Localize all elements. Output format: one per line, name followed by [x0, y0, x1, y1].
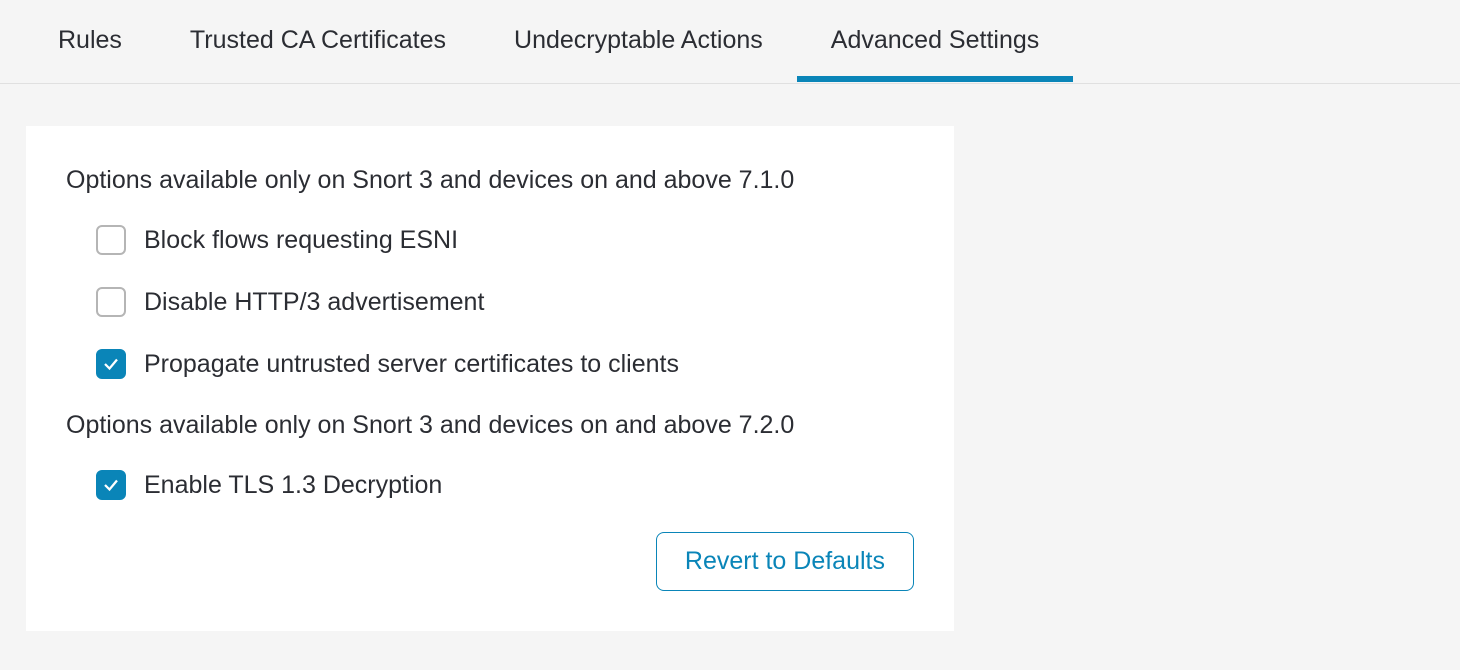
checkbox-label-enable-tls13[interactable]: Enable TLS 1.3 Decryption: [144, 471, 442, 500]
advanced-settings-panel: Options available only on Snort 3 and de…: [26, 126, 954, 631]
checkbox-label-propagate-untrusted[interactable]: Propagate untrusted server certificates …: [144, 350, 679, 379]
option-enable-tls13: Enable TLS 1.3 Decryption: [96, 470, 914, 500]
section-heading-710: Options available only on Snort 3 and de…: [66, 166, 914, 195]
tab-undecryptable-actions[interactable]: Undecryptable Actions: [480, 2, 797, 81]
option-block-esni: Block flows requesting ESNI: [96, 225, 914, 255]
tab-trusted-ca-certificates[interactable]: Trusted CA Certificates: [156, 2, 480, 81]
section-heading-720: Options available only on Snort 3 and de…: [66, 411, 914, 440]
tab-rules[interactable]: Rules: [24, 2, 156, 81]
button-row: Revert to Defaults: [66, 532, 914, 591]
option-propagate-untrusted: Propagate untrusted server certificates …: [96, 349, 914, 379]
checkbox-label-disable-http3[interactable]: Disable HTTP/3 advertisement: [144, 288, 484, 317]
revert-to-defaults-button[interactable]: Revert to Defaults: [656, 532, 914, 591]
tab-advanced-settings[interactable]: Advanced Settings: [797, 2, 1073, 81]
checkbox-enable-tls13[interactable]: [96, 470, 126, 500]
checkbox-label-block-esni[interactable]: Block flows requesting ESNI: [144, 226, 458, 255]
tab-bar: Rules Trusted CA Certificates Undecrypta…: [0, 0, 1460, 84]
check-icon: [102, 476, 120, 494]
checkbox-disable-http3[interactable]: [96, 287, 126, 317]
checkbox-block-esni[interactable]: [96, 225, 126, 255]
checkbox-propagate-untrusted[interactable]: [96, 349, 126, 379]
check-icon: [102, 355, 120, 373]
option-disable-http3: Disable HTTP/3 advertisement: [96, 287, 914, 317]
